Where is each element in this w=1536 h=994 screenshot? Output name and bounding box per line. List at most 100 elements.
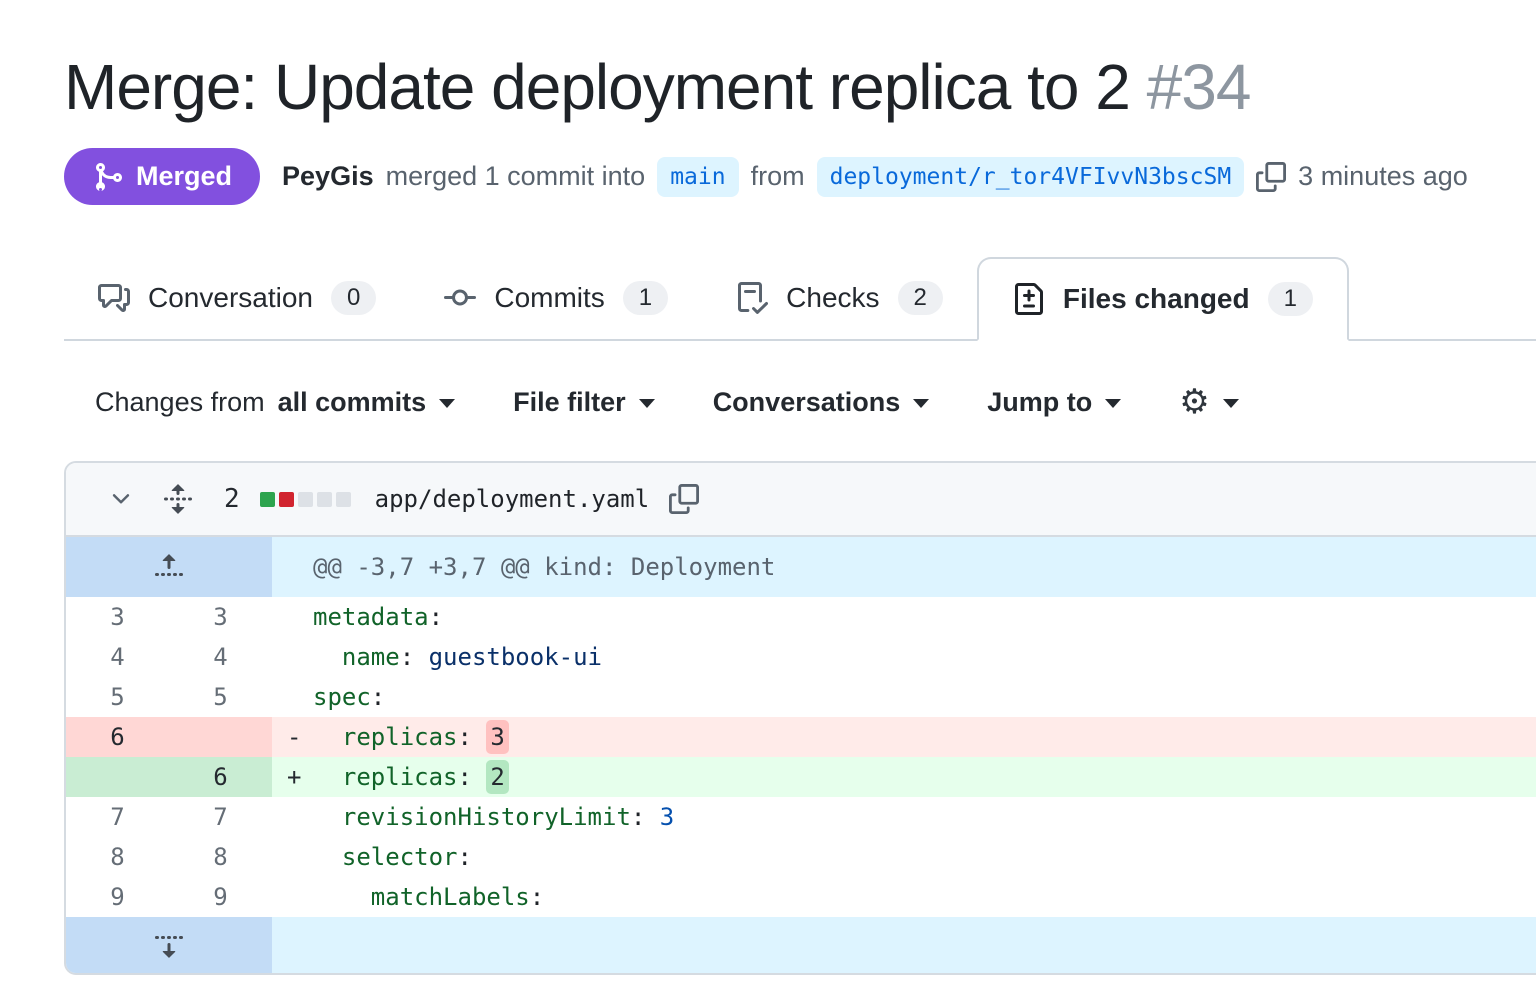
byline-from-text: from [751, 161, 805, 192]
diff-table: @@ -3,7 +3,7 @@ kind: Deployment33metada… [66, 537, 1536, 973]
fold-down-icon [153, 929, 185, 961]
diff-line-context: 55spec: [66, 677, 1536, 717]
diffstat-square-neutral [336, 492, 351, 507]
file-diff-box: 2 app/deployment.yaml @@ -3,7 +3,7 @@ ki… [64, 461, 1536, 975]
gear-icon: ⚙ [1179, 385, 1209, 419]
file-diff-icon [1013, 283, 1045, 315]
tab-count-badge: 2 [898, 281, 943, 315]
code-line: selector: [272, 837, 1536, 877]
base-branch-label[interactable]: main [657, 157, 738, 197]
new-line-number[interactable]: 6 [169, 757, 272, 797]
byline-action-text: merged 1 commit into [386, 161, 646, 192]
chevron-down-icon [1105, 399, 1121, 408]
new-line-number[interactable]: 7 [169, 797, 272, 837]
hunk-row: @@ -3,7 +3,7 @@ kind: Deployment [66, 537, 1536, 597]
head-branch-label[interactable]: deployment/r_tor4VFIvvN3bscSM [817, 157, 1245, 197]
checklist-icon [736, 282, 768, 314]
diff-line-context: 88 selector: [66, 837, 1536, 877]
tab-label: Checks [786, 282, 879, 314]
tab-count-badge: 1 [1268, 282, 1313, 316]
expand-down-button[interactable] [66, 917, 272, 973]
diff-sign: - [287, 717, 313, 757]
chevron-down-icon [913, 399, 929, 408]
old-line-number[interactable]: 6 [66, 717, 169, 757]
pr-title: Merge: Update deployment replica to 2 #3… [64, 0, 1536, 124]
conversations-dropdown[interactable]: Conversations [713, 387, 930, 418]
new-line-number[interactable]: 3 [169, 597, 272, 637]
new-line-number[interactable]: 9 [169, 877, 272, 917]
changes-from-label: Changes from [95, 387, 265, 418]
diffstat-square-add [260, 492, 275, 507]
diffstat-square-del [279, 492, 294, 507]
diff-line-context: 44 name: guestbook-ui [66, 637, 1536, 677]
old-line-number[interactable]: 3 [66, 597, 169, 637]
tab-checks[interactable]: Checks 2 [702, 257, 977, 339]
changes-from-value: all commits [278, 387, 427, 418]
changes-from-dropdown[interactable]: Changes from all commits [95, 387, 455, 418]
old-line-number[interactable]: 5 [66, 677, 169, 717]
diff-line-context: 99 matchLabels: [66, 877, 1536, 917]
copy-branch-button[interactable] [1256, 162, 1286, 192]
diff-sign: + [287, 757, 313, 797]
code-line: - replicas: 3 [272, 717, 1536, 757]
merged-status-badge: Merged [64, 148, 260, 205]
expander-row [66, 917, 1536, 973]
diff-line-context: 77 revisionHistoryLimit: 3 [66, 797, 1536, 837]
tab-label: Conversation [148, 282, 313, 314]
old-line-number[interactable]: 4 [66, 637, 169, 677]
conversations-label: Conversations [713, 387, 901, 418]
file-filter-label: File filter [513, 387, 626, 418]
old-line-number[interactable]: 8 [66, 837, 169, 877]
chevron-down-icon [1223, 399, 1239, 408]
diffstat-square-neutral [298, 492, 313, 507]
old-line-number[interactable]: 7 [66, 797, 169, 837]
file-filter-dropdown[interactable]: File filter [513, 387, 655, 418]
new-line-number[interactable]: 5 [169, 677, 272, 717]
comment-discussion-icon [98, 282, 130, 314]
diff-line-addition: 6+ replicas: 2 [66, 757, 1536, 797]
diffstat-squares [260, 492, 351, 507]
code-line: + replicas: 2 [272, 757, 1536, 797]
chevron-down-icon [439, 399, 455, 408]
file-name[interactable]: app/deployment.yaml [375, 485, 650, 513]
author-link[interactable]: PeyGis [282, 161, 374, 192]
new-line-number[interactable] [169, 717, 272, 757]
jump-to-dropdown[interactable]: Jump to [987, 387, 1121, 418]
code-line: metadata: [272, 597, 1536, 637]
diff-settings-dropdown[interactable]: ⚙ [1179, 385, 1238, 419]
tab-files-changed[interactable]: Files changed 1 [977, 257, 1349, 341]
changed-lines-count: 2 [224, 484, 240, 514]
diff-line-deletion: 6 - replicas: 3 [66, 717, 1536, 757]
diff-toolbar: Changes from all commits File filter Con… [95, 385, 1536, 419]
tab-nav: Conversation0 Commits 1 Checks 2 Files change… [64, 257, 1536, 341]
old-line-number[interactable] [66, 757, 169, 797]
tab-count-badge: 1 [623, 281, 668, 315]
chevron-down-icon [639, 399, 655, 408]
diffstat-square-neutral [317, 492, 332, 507]
old-line-number[interactable]: 9 [66, 877, 169, 917]
new-line-number[interactable]: 4 [169, 637, 272, 677]
expander-fill [272, 917, 1536, 973]
git-commit-icon [444, 282, 476, 314]
git-merge-icon [92, 161, 124, 193]
pr-number: #34 [1147, 51, 1251, 123]
tab-label: Commits [494, 282, 604, 314]
fold-up-icon [153, 551, 185, 583]
merge-timestamp: 3 minutes ago [1298, 161, 1468, 192]
tab-conversation[interactable]: Conversation0 [64, 257, 410, 339]
tab-label: Files changed [1063, 283, 1250, 315]
copy-file-path-button[interactable] [669, 484, 699, 514]
collapse-file-button[interactable] [108, 486, 134, 512]
expand-all-button[interactable] [162, 483, 194, 515]
code-line: revisionHistoryLimit: 3 [272, 797, 1536, 837]
code-line: name: guestbook-ui [272, 637, 1536, 677]
diff-line-context: 33metadata: [66, 597, 1536, 637]
new-line-number[interactable]: 8 [169, 837, 272, 877]
code-line: spec: [272, 677, 1536, 717]
tab-commits[interactable]: Commits 1 [410, 257, 702, 339]
merged-label: Merged [136, 161, 232, 192]
pr-title-text: Merge: Update deployment replica to 2 [64, 51, 1130, 123]
pr-byline: Merged PeyGis merged 1 commit into main … [64, 148, 1536, 205]
jump-to-label: Jump to [987, 387, 1092, 418]
expand-up-button[interactable] [66, 537, 272, 597]
